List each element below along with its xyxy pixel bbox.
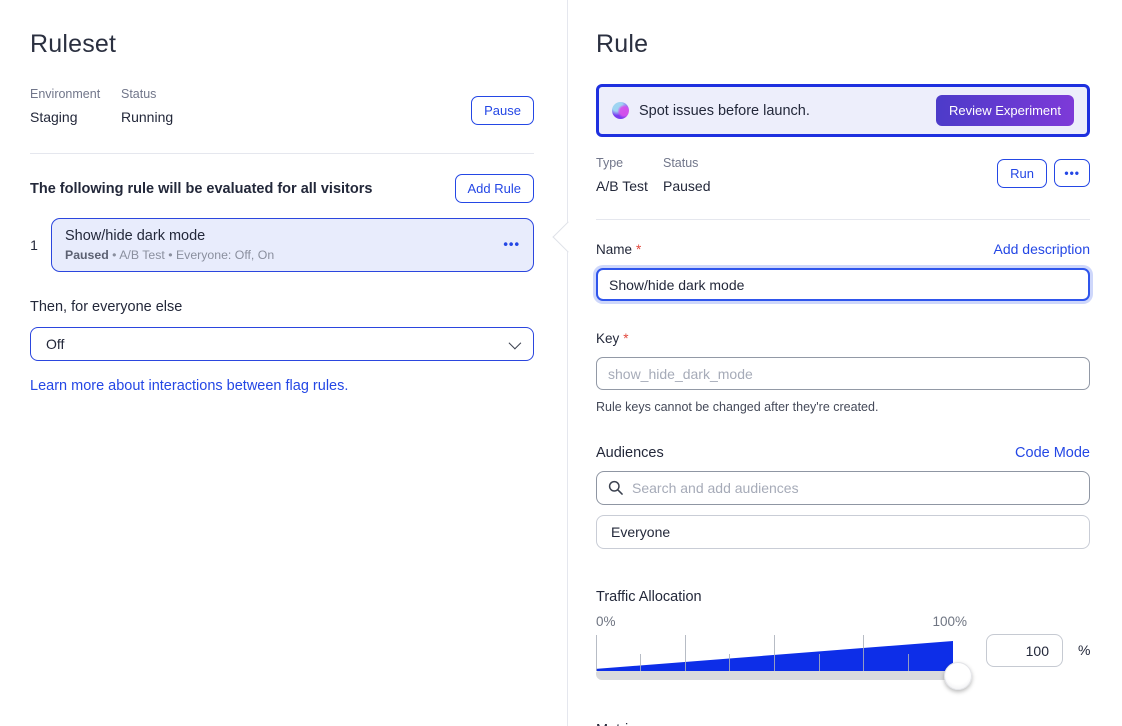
add-rule-button[interactable]: Add Rule (455, 174, 534, 203)
rule-card-title: Show/hide dark mode (65, 228, 493, 244)
traffic-max-label: 100% (932, 614, 967, 629)
ruleset-status-label: Status (121, 87, 173, 101)
learn-more-link[interactable]: Learn more about interactions between fl… (30, 378, 348, 394)
code-mode-link[interactable]: Code Mode (1015, 445, 1090, 461)
pause-button[interactable]: Pause (471, 96, 534, 125)
tick-mark (863, 635, 864, 671)
then-label: Then, for everyone else (30, 299, 534, 315)
metrics-section-label: Metrics (596, 722, 1090, 726)
rule-card-summary: Everyone: Off, On (176, 248, 274, 262)
rule-card-selected[interactable]: Show/hide dark mode Paused • A/B Test • … (51, 218, 534, 272)
key-input[interactable] (596, 357, 1090, 390)
name-input[interactable] (596, 268, 1090, 301)
required-asterisk: * (623, 331, 628, 346)
traffic-allocation-label: Traffic Allocation (596, 589, 1090, 605)
tick-mark (729, 654, 730, 671)
rule-status-value: Paused (663, 178, 710, 194)
environment-value: Staging (30, 109, 121, 125)
rule-card-status: Paused (65, 248, 109, 262)
review-experiment-button[interactable]: Review Experiment (936, 95, 1074, 126)
tick-mark (685, 635, 686, 671)
review-banner: Spot issues before launch. Review Experi… (596, 84, 1090, 137)
more-options-button[interactable]: ••• (1054, 159, 1090, 187)
rule-card-subtitle: Paused • A/B Test • Everyone: Off, On (65, 248, 493, 262)
environment-label: Environment (30, 87, 121, 101)
audience-search-input[interactable] (596, 471, 1090, 505)
key-help-text: Rule keys cannot be changed after they'r… (596, 400, 1090, 414)
default-variation-value: Off (46, 336, 64, 352)
traffic-min-label: 0% (596, 614, 616, 629)
tick-mark (908, 654, 909, 671)
rules-heading: The following rule will be evaluated for… (30, 181, 372, 197)
rule-title: Rule (596, 30, 1090, 59)
name-label: Name (596, 242, 632, 257)
traffic-allocation-widget: 0% 100% % (596, 614, 1090, 688)
separator-dot: • (168, 248, 172, 262)
audiences-label: Audiences (596, 445, 664, 461)
rule-status-field: Status Paused (663, 156, 710, 194)
rule-card-type: A/B Test (119, 248, 165, 262)
percent-unit-label: % (1078, 642, 1090, 658)
traffic-percent-input[interactable] (986, 634, 1063, 667)
ruleset-panel: Ruleset Environment Staging Status Runni… (0, 0, 568, 726)
traffic-slider[interactable] (596, 632, 967, 680)
ruleset-status-value: Running (121, 109, 173, 125)
tick-mark (596, 635, 597, 671)
rule-divider (596, 219, 1090, 220)
tick-mark (774, 635, 775, 671)
type-label: Type (596, 156, 663, 170)
traffic-slider-track (596, 671, 963, 680)
sparkle-orb-icon (612, 102, 629, 119)
add-description-link[interactable]: Add description (993, 241, 1090, 257)
tick-mark (819, 654, 820, 671)
rule-status-label: Status (663, 156, 710, 170)
key-label: Key (596, 331, 619, 346)
tick-mark (640, 654, 641, 671)
environment-field: Environment Staging (30, 87, 121, 125)
traffic-slider-handle[interactable] (944, 662, 972, 690)
banner-message: Spot issues before launch. (639, 103, 926, 119)
audience-item-everyone[interactable]: Everyone (596, 515, 1090, 549)
ruleset-status-field: Status Running (121, 87, 173, 125)
rule-detail-panel: Rule Spot issues before launch. Review E… (568, 0, 1122, 726)
key-label-group: Key * (596, 330, 629, 348)
search-icon (608, 480, 623, 495)
run-button[interactable]: Run (997, 159, 1047, 188)
required-asterisk: * (636, 242, 641, 257)
type-field: Type A/B Test (596, 156, 663, 194)
rule-index: 1 (30, 237, 38, 253)
ruleset-meta: Environment Staging Status Running (30, 87, 534, 125)
rule-list-row: 1 Show/hide dark mode Paused • A/B Test … (30, 218, 534, 272)
type-value: A/B Test (596, 178, 663, 194)
audience-search (596, 471, 1090, 505)
ruleset-divider (30, 153, 534, 154)
app-window: Ruleset Environment Staging Status Runni… (0, 0, 1122, 726)
separator-dot: • (112, 248, 116, 262)
audience-item-label: Everyone (611, 524, 670, 540)
ruleset-title: Ruleset (30, 30, 534, 59)
chevron-down-icon (509, 336, 522, 349)
rule-more-options-icon[interactable]: ••• (503, 236, 520, 251)
default-variation-dropdown[interactable]: Off (30, 327, 534, 361)
name-label-group: Name * (596, 241, 641, 259)
